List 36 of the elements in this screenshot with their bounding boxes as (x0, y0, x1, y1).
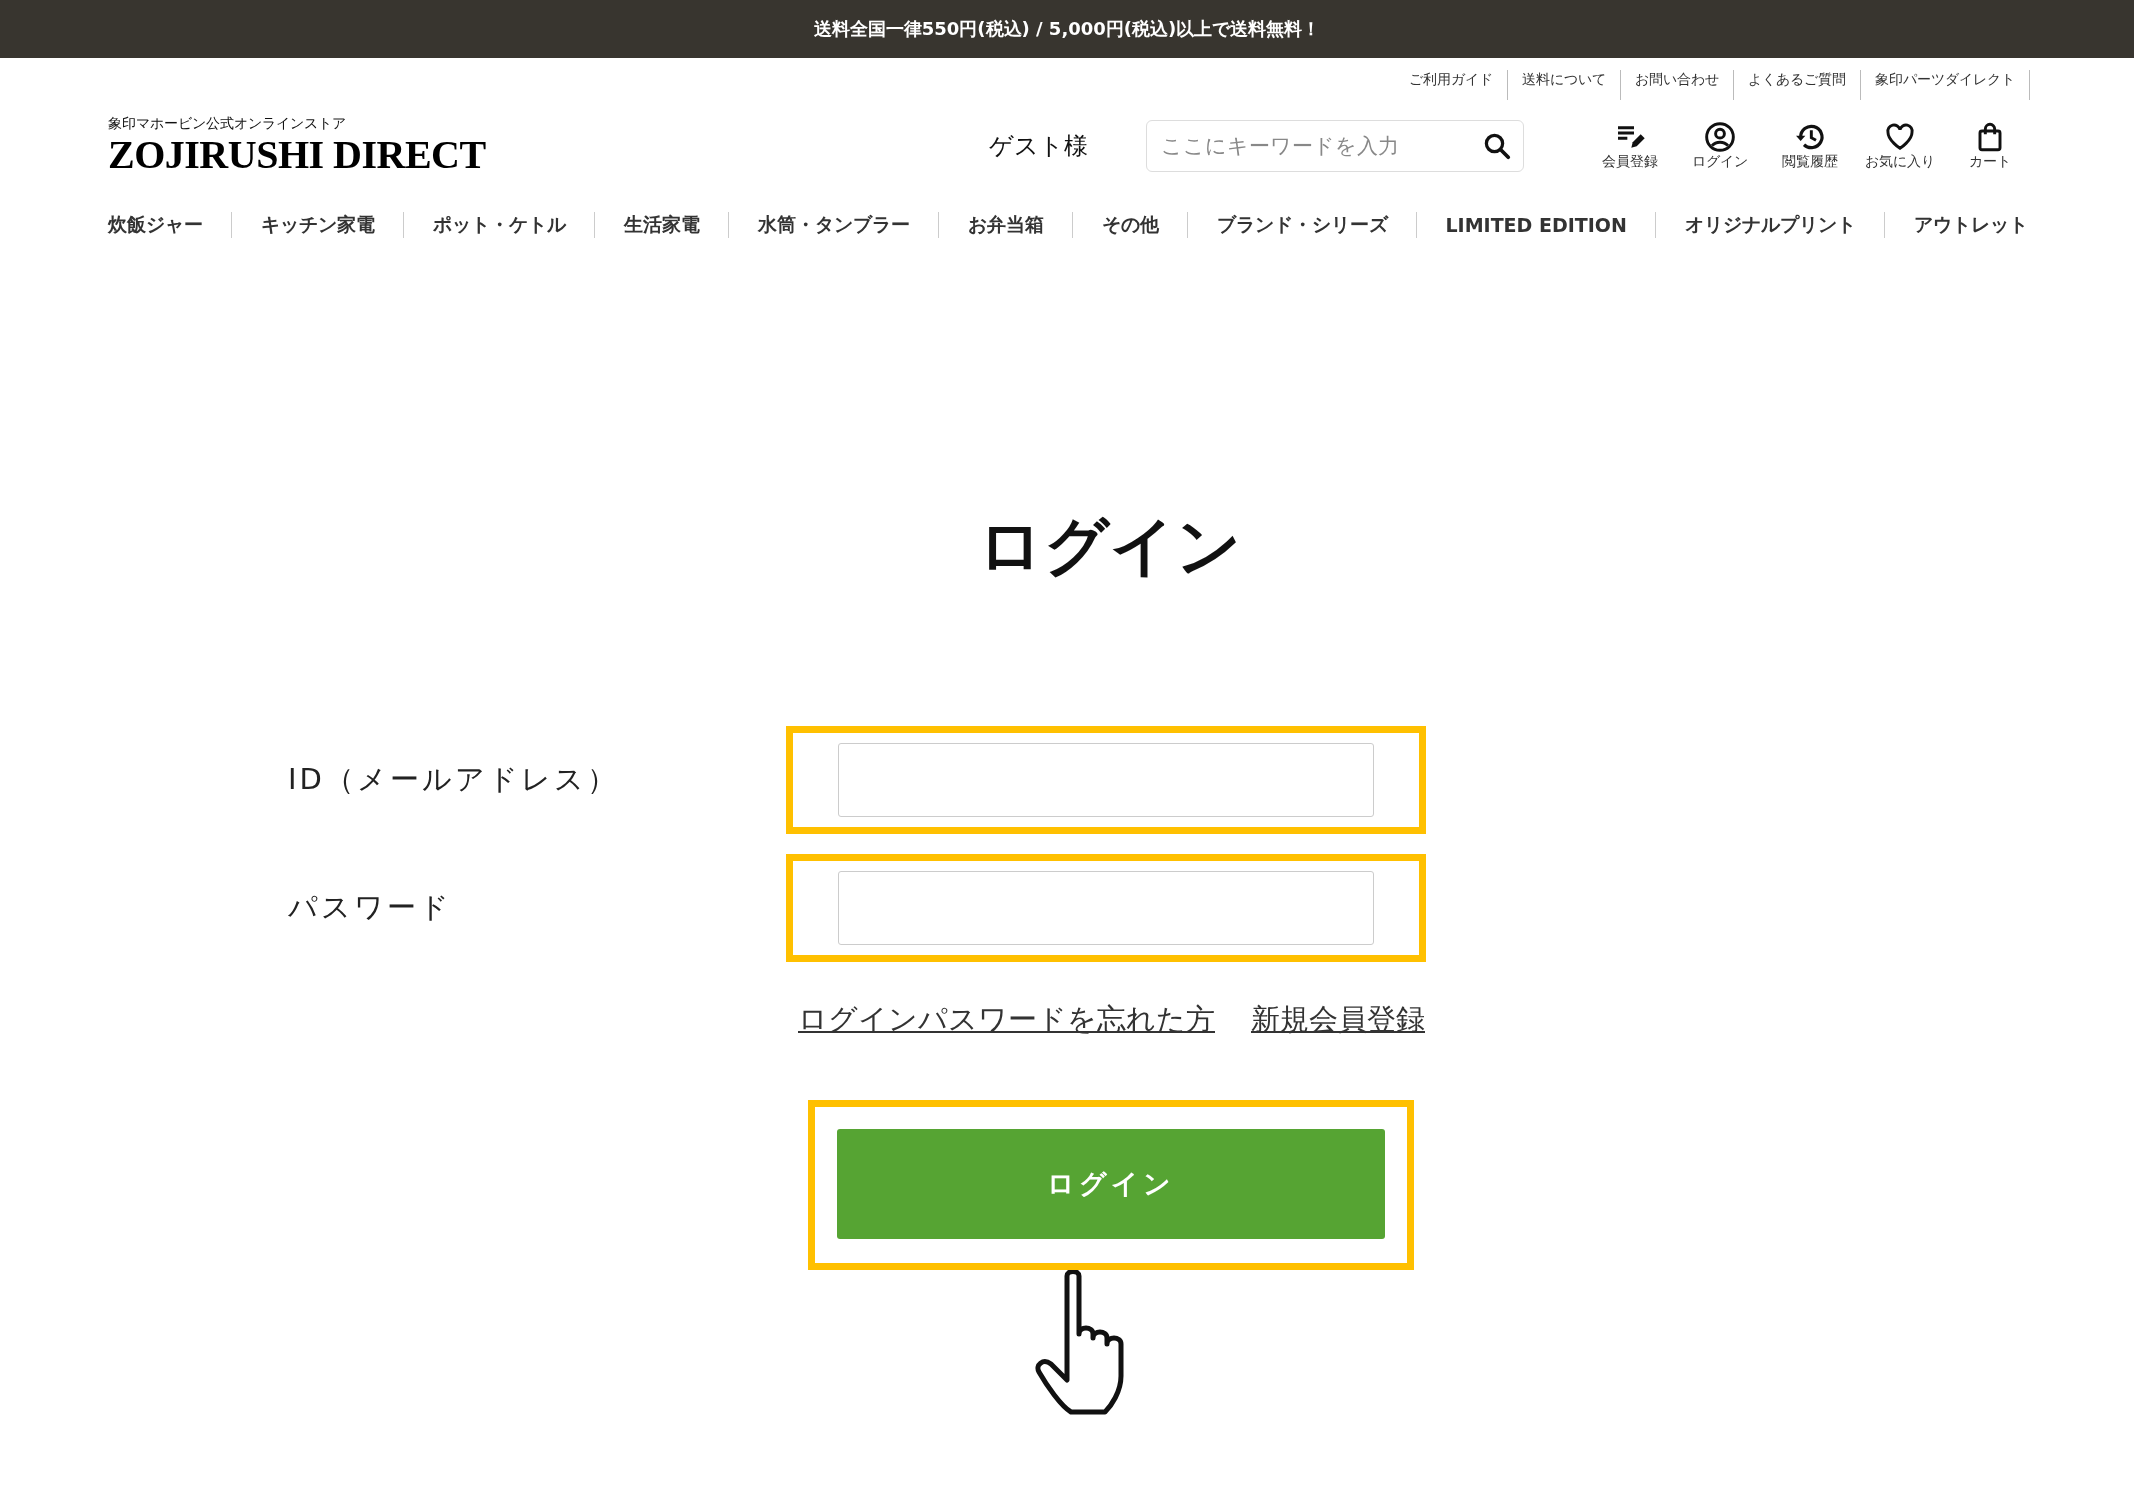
utility-link[interactable]: お問い合わせ (1621, 70, 1734, 100)
nav-item[interactable]: キッチン家電 (260, 212, 375, 238)
logo[interactable]: ZOJIRUSHI DIRECT (108, 133, 486, 177)
search-field[interactable]: ここにキーワードを入力 (1146, 120, 1524, 172)
utility-link[interactable]: よくあるご質問 (1734, 70, 1861, 100)
utility-link[interactable]: 送料について (1508, 70, 1621, 100)
nav-item[interactable]: ブランド・シリーズ (1216, 212, 1388, 238)
header-icon-link[interactable]: カート (1956, 121, 2024, 171)
nav-item[interactable]: ポット・ケトル (432, 212, 566, 238)
shipping-notice: 送料全国一律550円(税込) / 5,000円(税込)以上で送料無料！ (813, 17, 1321, 41)
form-link[interactable]: 新規会員登録 (1251, 1000, 1425, 1040)
utility-link[interactable]: 象印パーツダイレクト (1861, 70, 2030, 100)
greeting: ゲスト様 (989, 131, 1088, 162)
header-icon-link[interactable]: 会員登録 (1596, 121, 1664, 171)
field-label: パスワード (288, 889, 453, 926)
nav-item[interactable]: 炊飯ジャー (108, 212, 203, 238)
nav-item[interactable]: オリジナルプリント (1684, 212, 1856, 238)
nav-item[interactable]: 生活家電 (623, 212, 700, 238)
nav-item[interactable]: お弁当箱 (967, 212, 1044, 238)
field-label: ID（メールアドレス） (288, 761, 620, 798)
user-icon (1704, 121, 1736, 153)
utility-link[interactable]: ご利用ガイド (1395, 70, 1508, 100)
nav-item[interactable]: アウトレット (1913, 212, 2028, 238)
search-icon[interactable] (1482, 131, 1512, 161)
heart-icon (1884, 121, 1916, 153)
email-field[interactable] (838, 743, 1374, 817)
logo-tagline: 象印マホービン公式オンラインストア (108, 115, 347, 133)
password-field[interactable] (838, 871, 1374, 945)
nav-item[interactable]: 水筒・タンブラー (757, 212, 910, 238)
header-icon-link[interactable]: ログイン (1686, 121, 1754, 171)
header-icon-link[interactable]: お気に入り (1866, 121, 1934, 171)
form-link[interactable]: ログインパスワードを忘れた方 (798, 1000, 1215, 1040)
header-icon-link[interactable]: 閲覧履歴 (1776, 121, 1844, 171)
page-title: ログイン (978, 508, 1242, 585)
nav-item[interactable]: LIMITED EDITION (1445, 214, 1627, 236)
nav-item[interactable]: その他 (1101, 212, 1159, 238)
